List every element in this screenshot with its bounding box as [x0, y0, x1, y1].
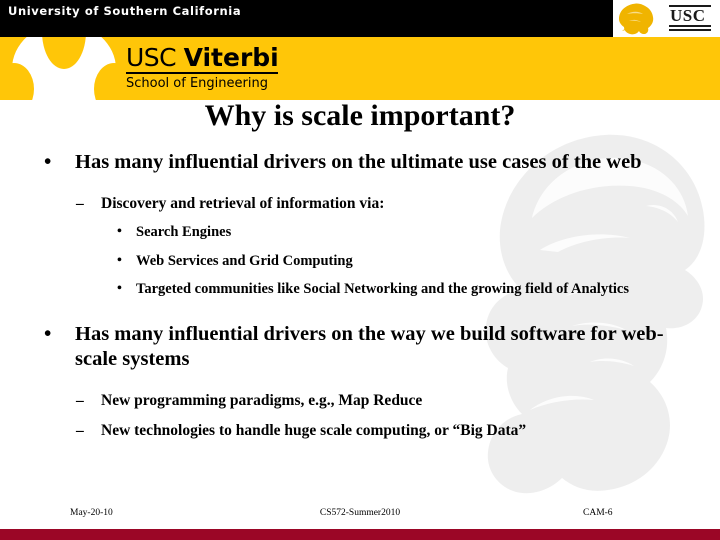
bullet-marker: • [117, 224, 122, 239]
viterbi-underline [126, 72, 278, 74]
viterbi-name-text: Viterbi [183, 43, 279, 72]
bullet-text: Discovery and retrieval of information v… [101, 195, 385, 212]
bullet-marker: – [76, 195, 84, 212]
usc-rule-mid [669, 25, 711, 27]
bullet-level2: – New technologies to handle huge scale … [0, 420, 720, 441]
bullet-marker: – [76, 421, 84, 439]
bullet-marker: – [76, 391, 84, 409]
bullet-text: New programming paradigms, e.g., Map Red… [101, 391, 423, 409]
footer-crimson-bar [0, 529, 720, 540]
usc-logo-block: USC [613, 0, 720, 37]
slide-body: • Has many influential drivers on the ul… [0, 149, 720, 441]
viterbi-wordmark: USC Viterbi School of Engineering [126, 44, 279, 92]
bullet-level1: • Has many influential drivers on the wa… [0, 320, 720, 372]
usc-rule-bottom [669, 29, 711, 31]
slide-title: Why is scale important? [204, 99, 516, 132]
viterbi-usc-text: USC [126, 43, 184, 72]
viterbi-school-text: School of Engineering [126, 76, 268, 91]
slide: University of Southern California USC US… [0, 0, 720, 540]
bullet-level3: • Web Services and Grid Computing [0, 252, 720, 272]
bullet-marker: • [117, 281, 122, 296]
usc-monogram: USC [670, 6, 706, 25]
bullet-level2: – Discovery and retrieval of information… [0, 193, 720, 214]
bullet-marker: • [117, 252, 122, 268]
bullet-marker: • [44, 320, 52, 345]
university-name: University of Southern California [8, 4, 242, 18]
bullet-level1: • Has many influential drivers on the ul… [0, 149, 720, 175]
bullet-text: Targeted communities like Social Network… [136, 281, 629, 297]
bullet-level3: • Search Engines [0, 223, 720, 243]
footer-slide-code: CAM-6 [583, 508, 613, 518]
bullet-text: Search Engines [136, 224, 232, 240]
slide-footer: May-20-10 CS572-Summer2010 CAM-6 [0, 508, 720, 524]
bullet-text: Has many influential drivers on the ulti… [75, 151, 642, 173]
trojan-head-icon [613, 1, 659, 37]
viterbi-v-mark-icon [12, 37, 116, 100]
bullet-level3: • Targeted communities like Social Netwo… [0, 280, 720, 300]
bullet-text: New technologies to handle huge scale co… [101, 421, 527, 439]
bullet-level2: – New programming paradigms, e.g., Map R… [0, 390, 720, 411]
bullet-marker: • [44, 149, 52, 173]
bullet-text: Has many influential drivers on the way … [75, 322, 664, 370]
bullet-text: Web Services and Grid Computing [136, 252, 353, 269]
